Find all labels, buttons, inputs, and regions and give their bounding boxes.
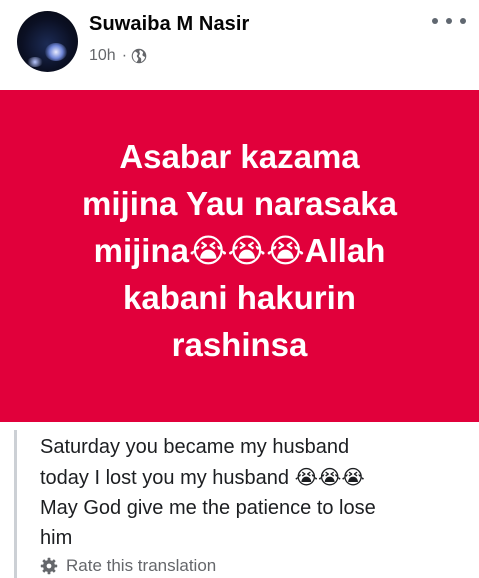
status-line: kabani hakurin bbox=[123, 278, 356, 316]
crying-face-emoji: 😭 bbox=[341, 465, 365, 489]
post-timestamp[interactable]: 10h bbox=[89, 47, 116, 65]
meta-separator: · bbox=[121, 47, 128, 64]
avatar-photo-light bbox=[45, 43, 67, 61]
status-background-card: Asabar kazama mijina Yau narasaka mijina… bbox=[0, 90, 479, 422]
more-options-icon-dot bbox=[460, 18, 466, 24]
facebook-post: Suwaiba M Nasir 10h · Asabar kazama miji… bbox=[0, 0, 479, 578]
rate-translation-button[interactable]: Rate this translation bbox=[40, 556, 216, 576]
status-line-text: Allah bbox=[304, 231, 386, 269]
post-meta: 10h · bbox=[89, 46, 147, 66]
translation-line-text: today I lost you my husband bbox=[40, 467, 295, 489]
crying-face-emoji: 😭 bbox=[188, 230, 228, 270]
translation-text: Saturday you became my husband today I l… bbox=[40, 432, 460, 553]
translation-line: Saturday you became my husband bbox=[40, 436, 350, 458]
translation-block: Saturday you became my husband today I l… bbox=[14, 430, 479, 578]
status-line: rashinsa bbox=[171, 325, 308, 363]
more-options-icon-dot bbox=[446, 18, 452, 24]
status-line-text: mijina bbox=[93, 231, 189, 269]
author-name[interactable]: Suwaiba M Nasir bbox=[89, 13, 249, 36]
translation-quote-bar bbox=[14, 430, 17, 578]
translation-line: today I lost you my husband 😭😭😭 bbox=[40, 462, 460, 493]
crying-face-emoji: 😭 bbox=[294, 465, 318, 489]
more-options-icon bbox=[432, 18, 438, 24]
translation-line: him bbox=[40, 527, 73, 549]
translation-line: May God give me the patience to lose bbox=[40, 497, 376, 519]
crying-face-emoji: 😭 bbox=[266, 230, 305, 270]
more-options-button[interactable] bbox=[432, 10, 466, 32]
post-header: Suwaiba M Nasir 10h · bbox=[0, 0, 479, 90]
crying-face-emoji: 😭 bbox=[317, 465, 342, 489]
globe-icon[interactable] bbox=[131, 48, 147, 64]
avatar[interactable] bbox=[17, 11, 78, 72]
rate-translation-label: Rate this translation bbox=[66, 556, 217, 575]
status-line: Asabar kazama bbox=[119, 137, 360, 175]
avatar-photo-light-secondary bbox=[27, 57, 43, 67]
crying-face-emoji: 😭 bbox=[227, 230, 267, 270]
status-line: mijina😭😭😭Allah bbox=[30, 227, 450, 274]
gear-icon bbox=[40, 557, 58, 575]
status-text: Asabar kazama mijina Yau narasaka mijina… bbox=[30, 133, 450, 368]
status-line: mijina Yau narasaka bbox=[82, 184, 397, 222]
